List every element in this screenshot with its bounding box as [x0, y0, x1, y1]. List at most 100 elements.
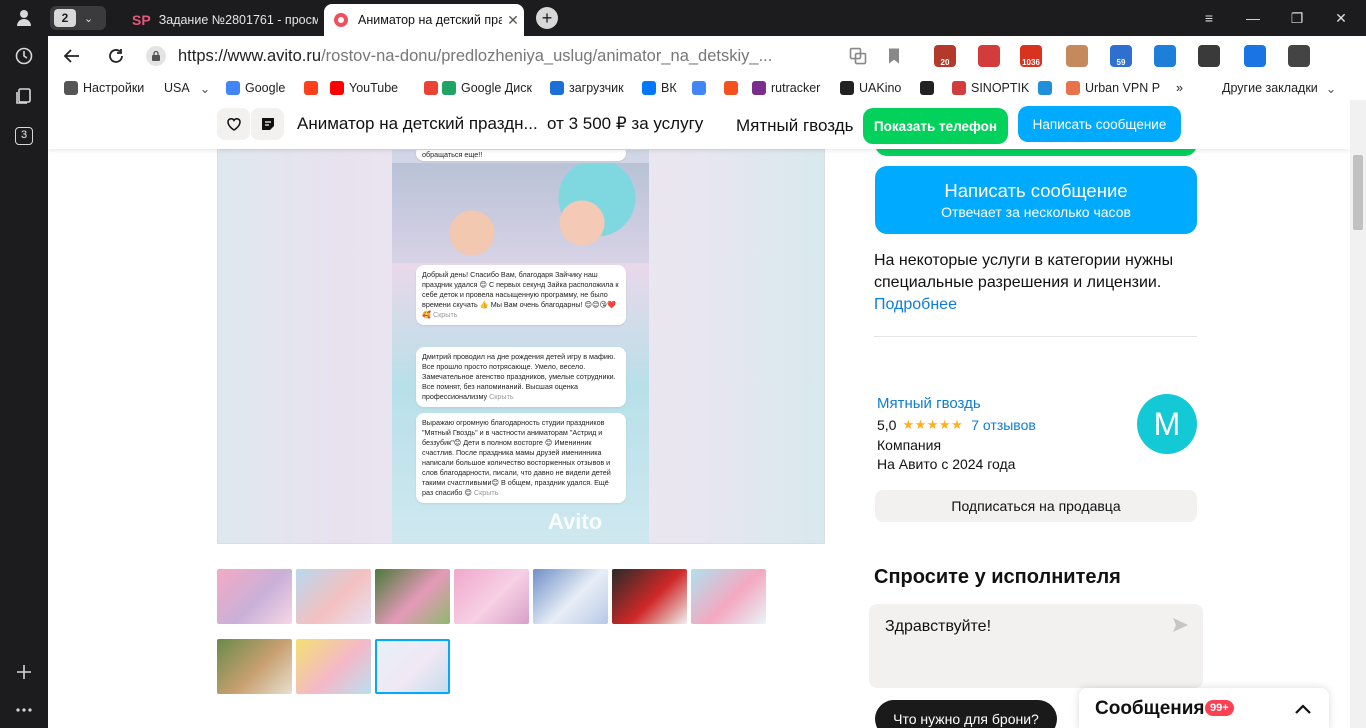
menu-icon[interactable]: ≡ [1186, 0, 1232, 36]
bookmark-item[interactable]: rutracker [752, 79, 820, 97]
bookmark-item[interactable] [424, 79, 443, 97]
bookmark-item[interactable] [1038, 79, 1057, 97]
close-tab-icon[interactable]: ✕ [502, 12, 524, 29]
gallery-thumbnail[interactable] [454, 569, 529, 624]
favorite-button[interactable] [217, 108, 250, 140]
yandex-icon [304, 81, 318, 95]
extension-icon[interactable]: 20 [934, 45, 956, 67]
gallery-thumbnail[interactable] [296, 639, 371, 694]
bookmark-item[interactable]: Urban VPN P [1066, 79, 1160, 97]
close-window-icon[interactable]: ✕ [1318, 0, 1364, 36]
messages-widget[interactable]: Сообщения 99+ [1079, 688, 1329, 728]
new-tab-button[interactable]: + [536, 7, 558, 29]
url-path: /rostov-na-donu/predlozheniya_uslug/anim… [321, 47, 773, 65]
collections-icon[interactable] [10, 82, 38, 110]
subscribe-button[interactable]: Подписаться на продавца [875, 490, 1197, 522]
bookmark-item[interactable] [304, 79, 323, 97]
extension-icon[interactable] [1244, 45, 1266, 67]
reload-icon[interactable] [104, 44, 128, 68]
ask-message-input[interactable]: Здравствуйте! [869, 604, 1203, 688]
avito-watermark: Avito [548, 509, 603, 534]
bookmark-item[interactable]: загрузчик [550, 79, 624, 97]
extension-icon[interactable]: 59 [1110, 45, 1132, 67]
seller-profile-link[interactable]: Мятный гвоздь [877, 395, 981, 412]
write-message-button-large[interactable]: Написать сообщение Отвечает за несколько… [875, 166, 1197, 234]
send-icon[interactable] [1171, 616, 1189, 634]
seller-since: На Авито с 2024 года [877, 456, 1016, 472]
bookmark-label: загрузчик [569, 81, 624, 95]
extension-icon[interactable] [1288, 45, 1310, 67]
heart-icon [226, 118, 241, 131]
p-icon [1038, 81, 1052, 95]
gear-icon [64, 81, 78, 95]
quick-question-chip[interactable]: Что нужно для брони? [875, 700, 1057, 728]
drive-icon [442, 81, 456, 95]
add-panel-icon[interactable] [10, 658, 38, 686]
restore-icon[interactable]: ❐ [1274, 0, 1320, 36]
bookmark-item[interactable]: SINOPTIK [952, 79, 1029, 97]
bookmark-item[interactable] [692, 79, 711, 97]
gallery-thumbnail[interactable] [217, 569, 292, 624]
bookmark-item[interactable]: Google Диск [442, 79, 532, 97]
reviews-link[interactable]: 7 отзывов [971, 417, 1036, 433]
photo-gallery[interactable]: обращаться еще!! Добрый день! Спасибо Ва… [217, 149, 825, 544]
extension-icon[interactable] [978, 45, 1000, 67]
extension-icon[interactable] [1154, 45, 1176, 67]
gallery-thumbnail[interactable] [691, 569, 766, 624]
avito-listing-page: Аниматор на детский праздн... от 3 500 ₽… [48, 100, 1350, 728]
translate-icon [692, 81, 706, 95]
seller-avatar[interactable]: М [1137, 394, 1197, 454]
bookmark-item[interactable]: USA ⌄ [164, 79, 210, 97]
gallery-thumbnail[interactable] [375, 569, 450, 624]
more-options-icon[interactable] [10, 696, 38, 724]
bookmark-label: Google [245, 81, 286, 95]
tab-group-button[interactable]: 2 ⌄ [50, 6, 106, 30]
bookmarks-overflow-icon[interactable]: » [1176, 79, 1183, 97]
minimize-icon[interactable]: — [1230, 0, 1276, 36]
seller-name[interactable]: Мятный гвоздь [736, 116, 853, 136]
history-icon[interactable] [10, 42, 38, 70]
bookmark-item[interactable]: ВК [642, 79, 677, 97]
chevron-up-icon[interactable] [1293, 700, 1313, 720]
bookmark-item[interactable]: YouTube [330, 79, 398, 97]
bookmark-item[interactable] [724, 79, 743, 97]
bookmark-item[interactable]: UAKino [840, 79, 901, 97]
tabs-count-button[interactable]: 3 [10, 122, 38, 150]
seller-type: Компания [877, 437, 942, 453]
profile-icon[interactable] [10, 4, 38, 32]
bookmark-item[interactable]: Настройки [64, 79, 144, 97]
back-icon[interactable] [60, 44, 84, 68]
thumbnail-image [533, 569, 608, 624]
lock-icon[interactable] [146, 46, 166, 66]
bookmark-item[interactable]: Google [226, 79, 285, 97]
review-card: Дмитрий проводил на дне рождения детей и… [416, 347, 626, 407]
extension-icon[interactable] [1066, 45, 1088, 67]
other-bookmarks-folder[interactable]: Другие закладки ⌄ [1222, 79, 1336, 97]
page-scrollbar[interactable] [1350, 100, 1366, 728]
gallery-thumbnail[interactable] [533, 569, 608, 624]
thumbnail-image [296, 569, 371, 624]
gallery-thumbnail[interactable] [612, 569, 687, 624]
sp-favicon-icon: SP [132, 12, 151, 28]
gallery-thumbnail[interactable] [296, 569, 371, 624]
extension-icon[interactable]: 1036 [1020, 45, 1042, 67]
tab-title: Задание №2801761 - просм [158, 13, 318, 27]
bookmark-icon[interactable] [884, 46, 904, 66]
note-button[interactable] [251, 108, 284, 140]
bookmark-item[interactable] [920, 79, 939, 97]
messages-badge: 99+ [1205, 700, 1234, 716]
scrollbar-thumb[interactable] [1353, 155, 1363, 230]
show-phone-button[interactable]: Показать телефон [863, 108, 1008, 144]
gallery-thumbnail[interactable] [375, 639, 450, 694]
write-message-button[interactable]: Написать сообщение [1018, 106, 1181, 142]
message-button-title: Написать сообщение [944, 180, 1128, 201]
address-bar: https://www.avito.ru/rostov-na-donu/pred… [48, 36, 1366, 76]
url-input[interactable]: https://www.avito.ru/rostov-na-donu/pred… [178, 47, 772, 66]
tab-zadanie[interactable]: SP Задание №2801761 - просм [122, 4, 318, 36]
thumbnail-image [296, 639, 371, 694]
translate-page-icon[interactable] [848, 46, 868, 66]
gallery-thumbnail[interactable] [217, 639, 292, 694]
extension-icon[interactable] [1198, 45, 1220, 67]
more-info-link[interactable]: Подробнее [874, 296, 957, 313]
tab-avito[interactable]: Аниматор на детский празд ✕ [324, 4, 524, 36]
